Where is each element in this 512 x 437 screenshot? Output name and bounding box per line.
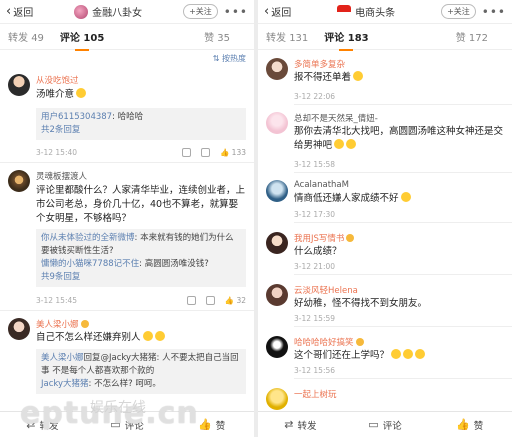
follow-button[interactable]: +关注 <box>441 4 476 19</box>
avatar[interactable] <box>8 318 30 340</box>
left-weibo-panel: ‹ 返回 金融八卦女 +关注 ••• 转发 49 评论 105 赞 35 ⇅ 按… <box>0 0 254 437</box>
back-button[interactable]: ‹ 返回 <box>264 4 291 19</box>
tab-comment[interactable]: 评论 105 <box>60 29 104 51</box>
chevron-left-icon: ‹ <box>264 4 270 19</box>
comment-username[interactable]: 多简单多复杂 <box>294 58 345 70</box>
avatar[interactable] <box>266 232 288 254</box>
comment-icon[interactable] <box>205 296 215 305</box>
comment-username[interactable]: 我用JS写情书 <box>294 232 355 244</box>
comment-username[interactable]: AcalanathaM <box>294 180 349 190</box>
vip-badge-icon <box>80 320 89 328</box>
comment-username[interactable]: 哈哈哈哈好搞笑 <box>294 336 364 348</box>
comment-text: 汤唯介意 <box>36 88 246 102</box>
account-title[interactable]: 金融八卦女 <box>33 4 183 19</box>
comment-text: 自己不怎么样还嫌弃别人 <box>36 331 246 345</box>
more-icon[interactable]: ••• <box>224 5 248 19</box>
comment-username[interactable]: 从没吃饱过 <box>36 74 79 86</box>
avatar[interactable] <box>8 74 30 96</box>
reply-box[interactable]: 美人梁小娜回复@Jacky大猪猪: 人不要太把自己当回事 不是每个人都喜欢那个款… <box>36 349 246 394</box>
comment-username[interactable]: 灵魂板摆渡人 <box>36 170 87 182</box>
comment-date: 3-12 15:56 <box>294 366 336 375</box>
avatar[interactable] <box>266 284 288 306</box>
thumbs-up-icon: 👍 <box>198 418 212 431</box>
reply-box[interactable]: 你从未体验过的全新微博: 本来就有钱的她们为什么要被钱买断性生活? 慵懒的小猫咪… <box>36 229 246 287</box>
tab-like[interactable]: 赞 35 <box>204 29 230 44</box>
repost-icon: ⇄ <box>284 418 294 431</box>
nav-bar: ‹ 返回 电商头条 +关注 ••• <box>258 0 512 24</box>
back-button[interactable]: ‹ 返回 <box>6 4 33 19</box>
comment-button[interactable]: ▭ 评论 <box>343 418 428 432</box>
thumbs-up-icon: 👍 <box>456 418 470 431</box>
right-weibo-panel: ‹ 返回 电商头条 +关注 ••• 转发 131 评论 183 赞 172 多简… <box>258 0 512 437</box>
comment-username[interactable]: 总却不是天然呆_倩妞- <box>294 112 378 124</box>
comment-text: 好幼稚，怪不得找不到女朋友。 <box>294 298 428 309</box>
avatar[interactable] <box>266 58 288 80</box>
comment-text: 评论里都酸什么？人家清华毕业，连续创业者，上市公司老总，身价几十亿，40也不算老… <box>36 185 246 224</box>
comment-date: 3-12 22:06 <box>294 92 336 101</box>
comment-meta: 3-12 15:45 👍 32 <box>36 296 246 305</box>
comment-icon: ▭ <box>368 418 379 431</box>
comment-text: 什么成绩？ <box>294 246 342 257</box>
comment-text: 这个哥们还在上学吗？ <box>294 349 504 363</box>
comment-username[interactable]: 美人梁小娜 <box>36 318 89 330</box>
comment-date: 3-12 15:59 <box>294 314 336 323</box>
avatar[interactable] <box>266 180 288 202</box>
comment-text: 情商低还嫌人家成绩不好 <box>294 192 504 206</box>
avatar[interactable] <box>8 170 30 192</box>
account-title[interactable]: 电商头条 <box>291 4 441 19</box>
tab-comment[interactable]: 评论 183 <box>324 29 369 51</box>
avatar[interactable] <box>266 112 288 134</box>
tab-repost[interactable]: 转发 49 <box>8 29 44 44</box>
comment-meta: 3-12 15:40 👍 133 <box>36 148 246 157</box>
watermark-text: 娱乐在线 <box>90 400 146 416</box>
tab-bar: 转发 49 评论 105 赞 35 <box>0 24 254 51</box>
comment-date: 3-12 15:58 <box>294 160 336 169</box>
share-icon[interactable] <box>181 148 191 157</box>
like-button[interactable]: 👍 133 <box>220 148 246 157</box>
tab-repost[interactable]: 转发 131 <box>266 29 308 44</box>
tab-like[interactable]: 赞 172 <box>456 29 488 44</box>
like-button[interactable]: 👍 赞 <box>427 418 512 432</box>
account-avatar <box>74 4 89 19</box>
comment-text: 那你去清华北大找吧，高圆圆汤唯这种女神还是交给男神吧 <box>294 126 504 151</box>
comment-username[interactable]: 一起上树玩 <box>294 388 337 400</box>
more-replies-link[interactable]: 共2条回复 <box>41 124 241 137</box>
sort-toggle[interactable]: ⇅ 按热度 <box>0 50 254 64</box>
more-replies-link[interactable]: 共9条回复 <box>41 271 241 284</box>
nav-bar: ‹ 返回 金融八卦女 +关注 ••• <box>0 0 254 24</box>
laugh-emoji-icon <box>76 88 87 98</box>
like-button[interactable]: 👍 32 <box>225 296 246 305</box>
account-avatar <box>337 4 352 19</box>
comment-date: 3-12 21:00 <box>294 262 336 271</box>
repost-button[interactable]: ⇄ 转发 <box>258 418 343 432</box>
avatar[interactable] <box>266 388 288 410</box>
bottom-action-bar: ⇄ 转发 ▭ 评论 👍 赞 <box>258 411 512 437</box>
more-icon[interactable]: ••• <box>482 5 506 19</box>
comment-icon[interactable] <box>200 148 210 157</box>
comment-date: 3-12 17:30 <box>294 210 336 219</box>
comment-text: 报不得还单着 <box>294 71 504 85</box>
reply-box[interactable]: 用户6115304387: 哈哈哈 共2条回复 <box>36 108 246 140</box>
avatar[interactable] <box>266 336 288 358</box>
share-icon[interactable] <box>186 296 196 305</box>
comment-username[interactable]: 云淡风轻Helena <box>294 284 358 296</box>
tab-bar: 转发 131 评论 183 赞 172 <box>258 24 512 51</box>
follow-button[interactable]: +关注 <box>183 4 218 19</box>
chevron-left-icon: ‹ <box>6 4 12 19</box>
